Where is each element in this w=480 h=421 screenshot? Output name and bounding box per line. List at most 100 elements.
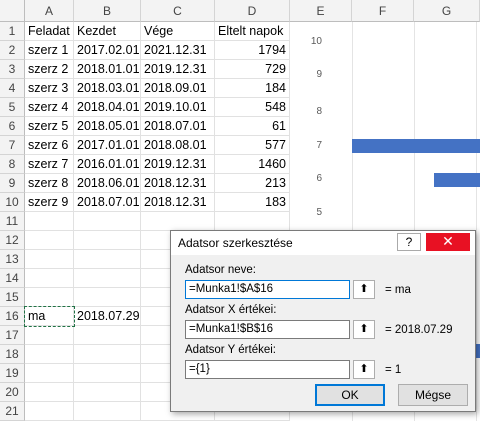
table-cell[interactable] — [215, 212, 290, 231]
column-header[interactable]: E — [290, 0, 352, 22]
table-cell[interactable]: 2018.08.01 — [141, 136, 215, 155]
row-header[interactable]: 19 — [0, 364, 25, 383]
gantt-bar[interactable] — [352, 139, 480, 153]
table-cell[interactable] — [25, 345, 74, 364]
table-cell[interactable] — [74, 269, 141, 288]
row-header[interactable]: 12 — [0, 231, 25, 250]
table-cell[interactable]: 2019.12.31 — [141, 60, 215, 79]
table-cell[interactable] — [25, 231, 74, 250]
row-header[interactable]: 20 — [0, 383, 25, 402]
table-cell[interactable]: Vége — [141, 22, 215, 41]
row-header[interactable]: 16 — [0, 307, 25, 326]
table-cell[interactable] — [74, 326, 141, 345]
row-header[interactable]: 9 — [0, 174, 25, 193]
table-cell[interactable]: szerz 3 — [25, 79, 74, 98]
close-button[interactable]: ✕ — [426, 233, 470, 251]
table-cell[interactable]: 183 — [215, 193, 290, 212]
row-header[interactable]: 1 — [0, 22, 25, 41]
table-cell[interactable] — [25, 383, 74, 402]
table-cell[interactable] — [141, 212, 215, 231]
table-cell[interactable]: 2021.12.31 — [141, 41, 215, 60]
dialog-titlebar[interactable]: Adatsor szerkesztése ? ✕ — [171, 231, 475, 255]
row-header[interactable]: 21 — [0, 402, 25, 421]
row-header[interactable]: 11 — [0, 212, 25, 231]
table-cell[interactable]: 2018.09.01 — [141, 79, 215, 98]
row-header[interactable]: 14 — [0, 269, 25, 288]
table-cell[interactable] — [74, 231, 141, 250]
table-cell[interactable] — [74, 402, 141, 421]
row-header[interactable]: 8 — [0, 155, 25, 174]
table-cell[interactable]: 184 — [215, 79, 290, 98]
row-header[interactable]: 7 — [0, 136, 25, 155]
series-y-input[interactable]: ={1} — [185, 360, 350, 379]
row-header[interactable]: 6 — [0, 117, 25, 136]
select-all-corner[interactable] — [0, 0, 25, 22]
cancel-button[interactable]: Mégse — [398, 384, 468, 406]
table-cell[interactable]: 2017.01.01 — [74, 136, 141, 155]
table-cell[interactable]: szerz 8 — [25, 174, 74, 193]
table-cell[interactable]: szerz 9 — [25, 193, 74, 212]
table-cell[interactable]: 213 — [215, 174, 290, 193]
gantt-bar[interactable] — [434, 173, 480, 187]
row-header[interactable]: 5 — [0, 98, 25, 117]
table-cell[interactable]: 2018.12.31 — [141, 193, 215, 212]
table-cell[interactable]: 1794 — [215, 41, 290, 60]
table-cell[interactable]: szerz 6 — [25, 136, 74, 155]
table-cell[interactable]: 2018.03.01 — [74, 79, 141, 98]
table-cell[interactable] — [74, 288, 141, 307]
row-header[interactable]: 18 — [0, 345, 25, 364]
table-cell[interactable]: 2018.12.31 — [141, 174, 215, 193]
table-cell[interactable]: 2018.07.01 — [141, 117, 215, 136]
table-cell[interactable]: Feladat — [25, 22, 74, 41]
table-cell[interactable]: 548 — [215, 98, 290, 117]
table-cell[interactable]: 2018.06.01 — [74, 174, 141, 193]
column-header[interactable]: G — [414, 0, 480, 22]
table-cell[interactable]: 2018.04.01 — [74, 98, 141, 117]
row-header[interactable]: 13 — [0, 250, 25, 269]
table-cell[interactable] — [25, 326, 74, 345]
table-cell[interactable]: 2018.01.01 — [74, 60, 141, 79]
table-cell[interactable] — [74, 250, 141, 269]
table-cell[interactable]: 729 — [215, 60, 290, 79]
table-cell[interactable] — [25, 288, 74, 307]
table-cell[interactable]: 2017.02.01 — [74, 41, 141, 60]
series-x-input[interactable]: =Munka1!$B$16 — [185, 320, 350, 339]
collapse-dialog-icon[interactable]: ⬆ — [353, 280, 375, 299]
table-cell[interactable]: 577 — [215, 136, 290, 155]
table-cell[interactable]: 1460 — [215, 155, 290, 174]
table-cell[interactable] — [25, 212, 74, 231]
table-cell[interactable] — [25, 269, 74, 288]
column-header[interactable]: B — [74, 0, 141, 22]
table-cell[interactable] — [74, 364, 141, 383]
column-header[interactable]: D — [215, 0, 290, 22]
table-cell[interactable]: 2016.01.01 — [74, 155, 141, 174]
table-cell[interactable]: szerz 2 — [25, 60, 74, 79]
row-header[interactable]: 2 — [0, 41, 25, 60]
table-cell[interactable]: 61 — [215, 117, 290, 136]
table-cell[interactable]: 2018.07.29 — [74, 307, 141, 326]
ok-button[interactable]: OK — [315, 384, 385, 406]
table-cell[interactable] — [74, 383, 141, 402]
column-header[interactable]: A — [25, 0, 74, 22]
table-cell[interactable] — [25, 250, 74, 269]
table-cell[interactable]: szerz 4 — [25, 98, 74, 117]
table-cell[interactable] — [25, 364, 74, 383]
table-cell[interactable]: 2018.05.01 — [74, 117, 141, 136]
table-cell[interactable]: Eltelt napok — [215, 22, 290, 41]
row-header[interactable]: 10 — [0, 193, 25, 212]
table-cell[interactable] — [74, 212, 141, 231]
collapse-dialog-icon[interactable]: ⬆ — [353, 320, 375, 339]
help-button[interactable]: ? — [397, 233, 421, 251]
row-header[interactable]: 4 — [0, 79, 25, 98]
table-cell[interactable]: 2019.12.31 — [141, 155, 215, 174]
column-header[interactable]: F — [352, 0, 414, 22]
table-cell[interactable] — [74, 345, 141, 364]
collapse-dialog-icon[interactable]: ⬆ — [353, 360, 375, 379]
row-header[interactable]: 17 — [0, 326, 25, 345]
row-header[interactable]: 3 — [0, 60, 25, 79]
series-name-input[interactable]: =Munka1!$A$16 — [185, 280, 350, 299]
row-header[interactable]: 15 — [0, 288, 25, 307]
column-header[interactable]: C — [141, 0, 215, 22]
table-cell[interactable]: szerz 1 — [25, 41, 74, 60]
table-cell[interactable]: 2018.07.01 — [74, 193, 141, 212]
